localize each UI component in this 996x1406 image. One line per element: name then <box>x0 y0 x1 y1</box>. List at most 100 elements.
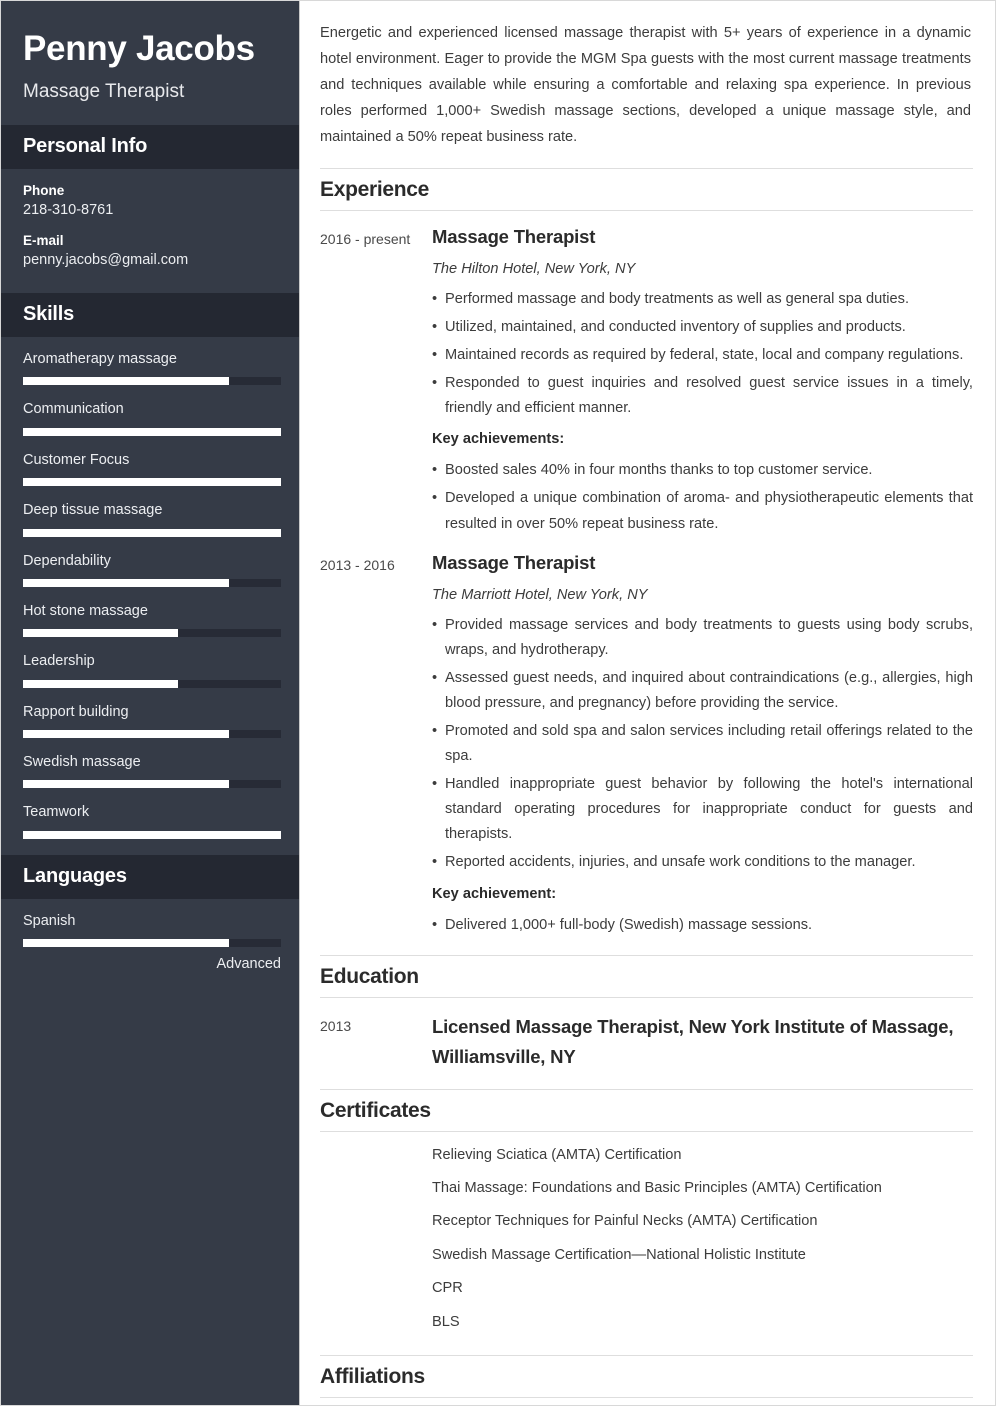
education-degree: Licensed Massage Therapist, New York Ins… <box>432 1015 954 1067</box>
skill-item: Deep tissue massage <box>23 502 281 537</box>
email-label: E-mail <box>23 232 64 248</box>
experience-date-range: 2016 - present <box>320 230 411 247</box>
list-gutter <box>320 1245 432 1265</box>
skill-level-fill <box>23 830 281 839</box>
skill-level-bar <box>23 780 281 789</box>
skill-level-fill <box>23 730 230 739</box>
contact-field-phone: Phone 218-310-8761 <box>23 183 277 218</box>
affiliations-section: Affiliations American Massage Therapy As… <box>320 1355 973 1405</box>
languages-list: Spanish Advanced <box>1 899 299 988</box>
experience-duty-item: Performed massage and body treatments as… <box>432 287 973 312</box>
phone-value[interactable]: 218-310-8761 <box>23 202 277 218</box>
experience-entry: 2016 - present Massage Therapist The Hilto… <box>320 211 973 537</box>
education-year: 2013 <box>320 1017 352 1034</box>
experience-achievement-list: Boosted sales 40% in four months thanks … <box>432 458 973 536</box>
education-heading: Education <box>320 954 973 998</box>
list-gutter <box>320 1211 432 1231</box>
email-value[interactable]: penny.jacobs@gmail.com <box>23 252 277 268</box>
education-entries: 2013 Licensed Massage Therapist, New York… <box>320 998 973 1072</box>
certificate-item: CPR <box>320 1265 973 1298</box>
candidate-name: Penny Jacobs <box>23 29 255 68</box>
list-gutter <box>320 1145 432 1165</box>
skill-level-fill <box>23 780 230 789</box>
skill-level-bar <box>23 830 281 839</box>
language-level-fill <box>23 939 230 948</box>
experience-role-title: Massage Therapist <box>432 225 596 247</box>
experience-duty-item: Provided massage services and body treat… <box>432 613 973 663</box>
skill-level-bar <box>23 578 281 587</box>
skill-item: Leadership <box>23 653 281 688</box>
list-gutter <box>320 1178 432 1198</box>
professional-summary: Energetic and experienced licensed massa… <box>320 25 971 145</box>
skill-level-fill <box>23 679 178 688</box>
certificate-item: Relieving Sciatica (AMTA) Certification <box>320 1132 973 1165</box>
skill-level-fill <box>23 377 230 386</box>
affiliations-list: American Massage Therapy Association (AM… <box>320 1398 973 1405</box>
certificate-item: Thai Massage: Foundations and Basic Prin… <box>320 1165 973 1198</box>
personal-info-heading: Personal Info <box>1 124 299 169</box>
skills-heading: Skills <box>1 292 299 337</box>
skill-item: Customer Focus <box>23 452 281 487</box>
skill-item: Teamwork <box>23 804 281 839</box>
experience-detail: Massage Therapist The Marriott Hotel, New… <box>432 551 973 938</box>
skill-item: Dependability <box>23 552 281 587</box>
education-detail: Licensed Massage Therapist, New York Ins… <box>432 1012 973 1072</box>
key-achievements-label: Key achievement: <box>432 885 557 902</box>
skill-label: Swedish massage <box>23 754 141 771</box>
skill-level-bar <box>23 730 281 739</box>
language-label: Spanish <box>23 912 76 929</box>
experience-employer: The Hilton Hotel, New York, NY <box>432 260 636 277</box>
experience-section: Experience 2016 - present Massage Therapi… <box>320 167 973 938</box>
experience-achievement-list: Delivered 1,000+ full-body (Swedish) mas… <box>432 913 973 938</box>
certificate-item: Swedish Massage Certification—National H… <box>320 1232 973 1265</box>
experience-date-range: 2013 - 2016 <box>320 556 395 573</box>
skill-level-bar <box>23 528 281 537</box>
skill-label: Rapport building <box>23 703 129 720</box>
skill-item: Swedish massage <box>23 754 281 789</box>
language-level-label: Advanced <box>216 956 282 973</box>
certificates-list: Relieving Sciatica (AMTA) Certification T… <box>320 1132 973 1339</box>
certificate-item-text: Swedish Massage Certification—National H… <box>432 1246 806 1263</box>
education-entry: 2013 Licensed Massage Therapist, New York… <box>320 998 973 1072</box>
experience-achievement-item: Boosted sales 40% in four months thanks … <box>432 458 973 483</box>
affiliations-heading: Affiliations <box>320 1355 973 1399</box>
skills-list: Aromatherapy massage Communication Custome… <box>1 337 299 855</box>
certificate-item-text: BLS <box>432 1313 460 1330</box>
skill-label: Leadership <box>23 653 95 670</box>
certificate-item-text: Relieving Sciatica (AMTA) Certification <box>432 1146 682 1163</box>
experience-achievement-item: Developed a unique combination of aroma-… <box>432 486 973 536</box>
skill-item: Communication <box>23 401 281 436</box>
language-item: Spanish Advanced <box>23 912 281 972</box>
sidebar-header: Penny Jacobs Massage Therapist <box>1 1 299 125</box>
experience-duty-list: Performed massage and body treatments as… <box>432 287 973 421</box>
experience-duty-item: Assessed guest needs, and inquired about… <box>432 666 973 716</box>
list-gutter <box>320 1312 432 1332</box>
experience-duty-item: Promoted and sold spa and salon services… <box>432 719 973 769</box>
skill-level-bar <box>23 679 281 688</box>
experience-duty-item: Reported accidents, injuries, and unsafe… <box>432 850 973 875</box>
skill-item: Hot stone massage <box>23 602 281 638</box>
experience-entry: 2013 - 2016 Massage Therapist The Marriott… <box>320 537 973 938</box>
contact-field-email: E-mail penny.jacobs@gmail.com <box>23 233 277 268</box>
experience-duty-item: Maintained records as required by federa… <box>432 343 973 368</box>
experience-duty-list: Provided massage services and body treat… <box>432 613 973 876</box>
skill-item: Rapport building <box>23 703 281 739</box>
experience-employer: The Marriott Hotel, New York, NY <box>432 586 648 603</box>
skill-label: Deep tissue massage <box>23 502 163 519</box>
sidebar: Penny Jacobs Massage Therapist Personal … <box>1 1 300 1405</box>
skill-label: Teamwork <box>23 804 90 821</box>
experience-heading: Experience <box>320 167 973 211</box>
certificate-item-text: CPR <box>432 1280 463 1297</box>
experience-role-title: Massage Therapist <box>432 551 596 573</box>
experience-duty-item: Utilized, maintained, and conducted inve… <box>432 315 973 340</box>
certificates-heading: Certificates <box>320 1088 973 1132</box>
skill-label: Hot stone massage <box>23 602 148 619</box>
main-column: Energetic and experienced licensed massa… <box>300 1 995 1405</box>
candidate-job-title: Massage Therapist <box>23 81 185 103</box>
skill-level-bar <box>23 427 281 436</box>
key-achievements-label: Key achievements: <box>432 431 565 448</box>
affiliation-item: American Massage Therapy Association (AM… <box>320 1398 973 1405</box>
skill-label: Dependability <box>23 552 111 569</box>
education-section: Education 2013 Licensed Massage Therapist… <box>320 954 973 1072</box>
certificate-item-text: Receptor Techniques for Painful Necks (A… <box>432 1213 818 1230</box>
